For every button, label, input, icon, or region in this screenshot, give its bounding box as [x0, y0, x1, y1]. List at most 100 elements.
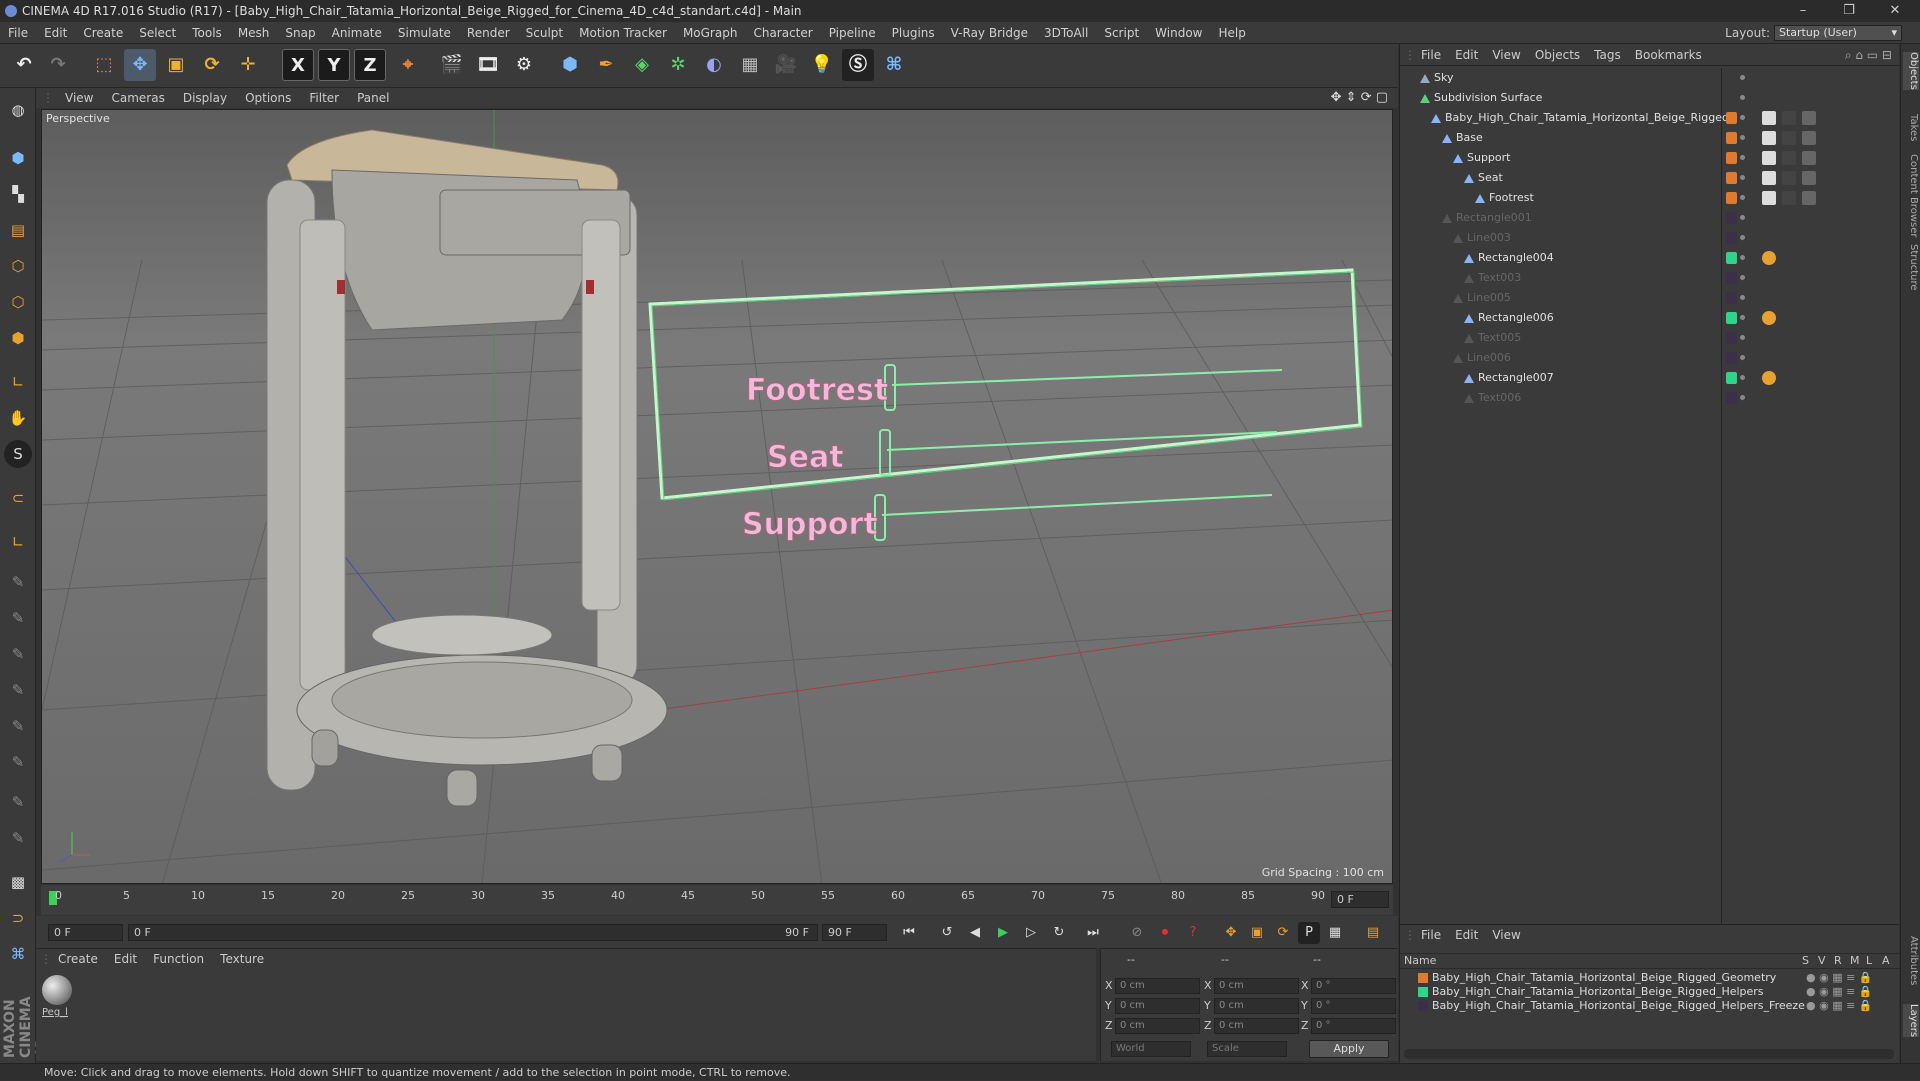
- layer-color-icon[interactable]: [1726, 152, 1737, 164]
- object-row[interactable]: Text006: [1400, 388, 1900, 408]
- menu-snap[interactable]: Snap: [277, 22, 323, 44]
- brush-t-icon[interactable]: ✎: [4, 748, 32, 776]
- layer-row-helpers-freeze[interactable]: Baby_High_Chair_Tatamia_Horizontal_Beige…: [1418, 999, 1898, 1013]
- scale-mode-select[interactable]: Scale: [1207, 1041, 1287, 1057]
- undo-icon[interactable]: ↶: [8, 49, 40, 81]
- checker-lock-icon[interactable]: ▩: [4, 868, 32, 896]
- layer-row-geometry[interactable]: Baby_High_Chair_Tatamia_Horizontal_Beige…: [1418, 971, 1898, 985]
- texture-tag-icon[interactable]: [1802, 111, 1816, 125]
- layer-row-helpers[interactable]: Baby_High_Chair_Tatamia_Horizontal_Beige…: [1418, 985, 1898, 999]
- visibility-dot-icon[interactable]: [1740, 175, 1745, 180]
- autokey-icon[interactable]: ?: [1182, 922, 1204, 944]
- array-icon[interactable]: ✲: [662, 49, 694, 81]
- viewport-menu-filter[interactable]: Filter: [300, 88, 348, 108]
- visibility-dot-icon[interactable]: [1740, 135, 1745, 140]
- start-frame-field[interactable]: 0 F: [48, 924, 123, 941]
- key-param-icon[interactable]: P: [1298, 922, 1320, 944]
- menu-window[interactable]: Window: [1147, 22, 1210, 44]
- viewport-menu-display[interactable]: Display: [174, 88, 236, 108]
- menu-plugins[interactable]: Plugins: [884, 22, 943, 44]
- z-axis-lock-button[interactable]: Z: [354, 49, 386, 81]
- texture-tag-icon[interactable]: [1802, 191, 1816, 205]
- rotation-h-field[interactable]: 0 °: [1311, 978, 1396, 994]
- live-selection-icon[interactable]: ⬚: [88, 49, 120, 81]
- layer-color-icon[interactable]: [1726, 252, 1737, 264]
- menu-sculpt[interactable]: Sculpt: [518, 22, 571, 44]
- deformer-icon[interactable]: ◐: [698, 49, 730, 81]
- key-scale-icon[interactable]: ▣: [1246, 922, 1268, 944]
- hud-label-seat[interactable]: Seat: [767, 440, 844, 476]
- coord-system-select[interactable]: World: [1111, 1041, 1191, 1057]
- object-row[interactable]: Subdivision Surface: [1400, 88, 1900, 108]
- python-script-icon[interactable]: ⌘: [4, 940, 32, 968]
- light-icon[interactable]: 💡: [806, 49, 838, 81]
- paint-icon[interactable]: ✎: [4, 788, 32, 816]
- paint2-icon[interactable]: ✎: [4, 824, 32, 852]
- layer-menu-edit[interactable]: Edit: [1448, 925, 1485, 945]
- menu-create[interactable]: Create: [75, 22, 131, 44]
- layer-color-icon[interactable]: [1726, 272, 1737, 284]
- object-row[interactable]: Line006: [1400, 348, 1900, 368]
- visibility-dot-icon[interactable]: [1740, 255, 1745, 260]
- rotate-tool-icon[interactable]: ⟳: [196, 49, 228, 81]
- obj-menu-tags[interactable]: Tags: [1587, 44, 1628, 66]
- texture-tag-icon[interactable]: [1802, 131, 1816, 145]
- cube-primitive-icon[interactable]: ⬢: [554, 49, 586, 81]
- end-frame-field[interactable]: 90 F: [822, 924, 887, 941]
- timeline-window-icon[interactable]: ▤: [1362, 922, 1384, 944]
- object-row[interactable]: Baby_High_Chair_Tatamia_Horizontal_Beige…: [1400, 108, 1900, 128]
- menu-simulate[interactable]: Simulate: [390, 22, 459, 44]
- obj-menu-edit[interactable]: Edit: [1448, 44, 1485, 66]
- object-row[interactable]: Line005: [1400, 288, 1900, 308]
- layer-color-icon[interactable]: [1726, 292, 1737, 304]
- layout-select[interactable]: Startup (User) ▾: [1774, 25, 1902, 41]
- coordinate-system-icon[interactable]: ⌖: [392, 49, 424, 81]
- material-menu-texture[interactable]: Texture: [212, 949, 272, 969]
- obj-menu-file[interactable]: File: [1414, 44, 1448, 66]
- play-icon[interactable]: ▶: [992, 922, 1014, 944]
- visibility-dot-icon[interactable]: [1740, 115, 1745, 120]
- menu-3dtoall[interactable]: 3DToAll: [1036, 22, 1096, 44]
- layer-color-icon[interactable]: [1726, 372, 1737, 384]
- visibility-dot-icon[interactable]: [1740, 375, 1745, 380]
- layer-color-icon[interactable]: [1726, 312, 1737, 324]
- menu-pipeline[interactable]: Pipeline: [821, 22, 884, 44]
- object-row[interactable]: Rectangle001: [1400, 208, 1900, 228]
- menu-edit[interactable]: Edit: [36, 22, 75, 44]
- size-y-field[interactable]: 0 cm: [1214, 998, 1299, 1014]
- edges-mode-icon[interactable]: ⬡: [4, 288, 32, 316]
- layer-color-icon[interactable]: [1726, 172, 1737, 184]
- viewport[interactable]: Footrest Seat Support Perspective Grid S…: [41, 109, 1393, 884]
- material-tag-icon[interactable]: [1762, 171, 1776, 185]
- object-row[interactable]: Rectangle007: [1400, 368, 1900, 388]
- brush-icon[interactable]: ✎: [4, 568, 32, 596]
- visibility-dot-icon[interactable]: [1740, 295, 1745, 300]
- go-to-end-icon[interactable]: ⏭: [1082, 922, 1104, 944]
- constraint-tag-icon[interactable]: [1762, 251, 1776, 265]
- tab-structure[interactable]: Structure: [1903, 244, 1919, 291]
- workplane-icon[interactable]: ▤: [4, 216, 32, 244]
- transform-tool-icon[interactable]: ✛: [232, 49, 264, 81]
- tab-takes[interactable]: Takes: [1903, 114, 1919, 141]
- camera-icon[interactable]: 🎥: [770, 49, 802, 81]
- prev-key-icon[interactable]: ↺: [936, 922, 958, 944]
- object-row[interactable]: Rectangle006: [1400, 308, 1900, 328]
- material-tag-icon[interactable]: [1762, 151, 1776, 165]
- magnet-lock-icon[interactable]: ⊃: [4, 904, 32, 932]
- tab-layers[interactable]: Layers: [1903, 1004, 1919, 1038]
- spline-pen-icon[interactable]: ✒: [590, 49, 622, 81]
- timeline-ruler[interactable]: 0 5 10 15 20 25 30 35 40 45 50 55 60 65 …: [41, 885, 1393, 915]
- render-settings-icon[interactable]: ⚙: [508, 49, 540, 81]
- texture-tag-icon[interactable]: [1782, 191, 1796, 205]
- texture-tag-icon[interactable]: [1802, 171, 1816, 185]
- snap-icon[interactable]: S: [4, 440, 32, 468]
- model-mode-icon[interactable]: ⬢: [4, 144, 32, 172]
- record-keyframe-icon[interactable]: ⏺: [1154, 922, 1176, 944]
- position-z-field[interactable]: 0 cm: [1115, 1018, 1200, 1034]
- position-y-field[interactable]: 0 cm: [1115, 998, 1200, 1014]
- texture-mode-icon[interactable]: ▚: [4, 180, 32, 208]
- visibility-dot-icon[interactable]: [1740, 95, 1745, 100]
- move-tool-icon[interactable]: ✥: [124, 49, 156, 81]
- minimize-button[interactable]: –: [1780, 0, 1826, 22]
- viewport-nav-icons[interactable]: ✥ ⇕ ⟳ ▢: [1331, 88, 1388, 108]
